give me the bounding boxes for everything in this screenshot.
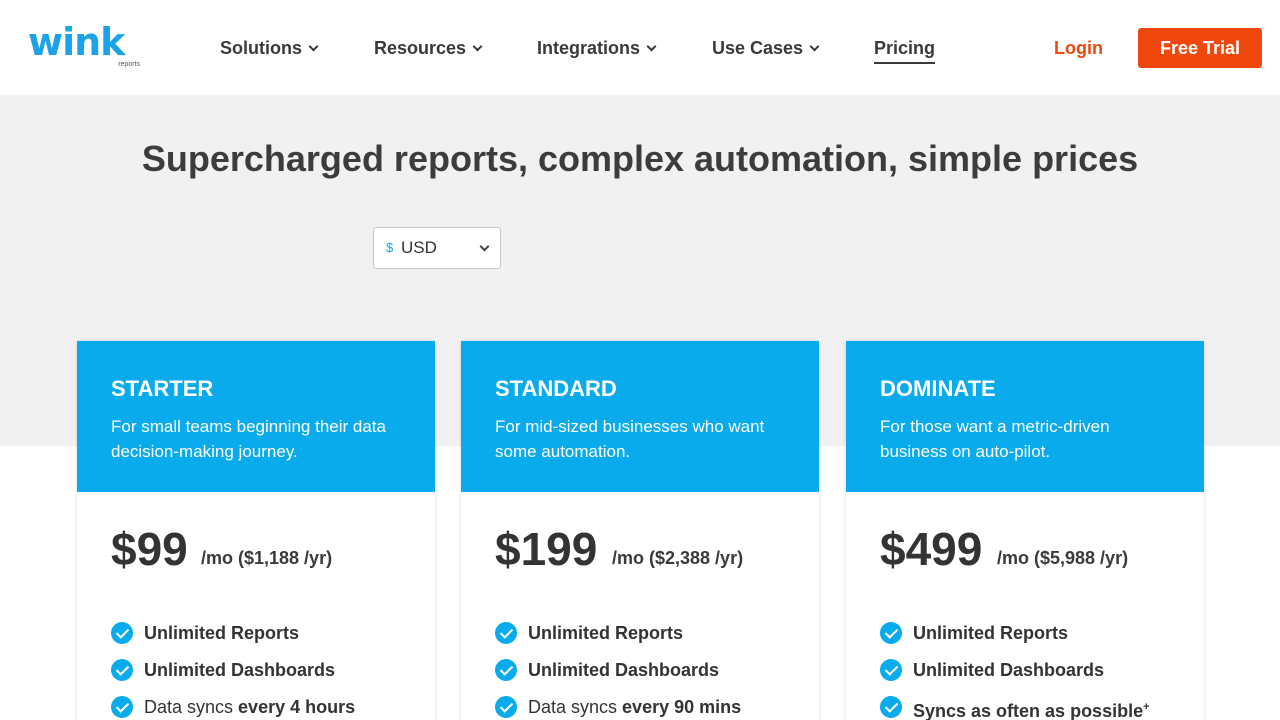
check-circle-icon — [111, 696, 133, 718]
feature-text: Unlimited Dashboards — [528, 660, 720, 680]
plan-description: For small teams beginning their data dec… — [111, 417, 386, 461]
plan-price: $99 — [111, 523, 188, 575]
feature-text-prefix: Data syncs — [528, 697, 623, 717]
nav-solutions[interactable]: Solutions — [220, 36, 319, 60]
feature-text: Data syncs every 90 mins — [528, 695, 741, 719]
plan-description: For those want a metric-driven business … — [880, 417, 1110, 461]
plan-period: /mo ($2,388 /yr) — [612, 548, 744, 568]
nav-solutions-label: Solutions — [220, 38, 302, 58]
footnote-marker: + — [1143, 701, 1150, 713]
dollar-icon: $ — [386, 240, 394, 255]
plan-price: $199 — [495, 523, 598, 575]
plan-period: /mo ($5,988 /yr) — [997, 548, 1129, 568]
feature-text: Unlimited Dashboards — [913, 660, 1105, 680]
check-circle-icon — [880, 622, 902, 644]
nav-integrations[interactable]: Integrations — [537, 36, 657, 60]
plan-price: $499 — [880, 523, 983, 575]
feature-text-bold: every 90 mins — [622, 697, 742, 717]
free-trial-button[interactable]: Free Trial — [1138, 28, 1262, 68]
plan-name: STARTER — [111, 376, 214, 401]
feature-text: Unlimited Reports — [528, 623, 684, 643]
nav-use-cases[interactable]: Use Cases — [712, 36, 820, 60]
plan-card-starter: STARTER For small teams beginning their … — [77, 341, 435, 720]
plan-header: STANDARD For mid-sized businesses who wa… — [461, 341, 819, 492]
plan-name: DOMINATE — [880, 376, 996, 401]
chevron-down-icon — [479, 241, 490, 252]
plan-header: DOMINATE For those want a metric-driven … — [846, 341, 1204, 492]
plan-name: STANDARD — [495, 376, 617, 401]
feature-text: Data syncs every 4 hours — [144, 695, 355, 719]
logo-subtext: reports — [118, 61, 140, 68]
nav-integrations-label: Integrations — [537, 38, 641, 58]
page-headline: Supercharged reports, complex automation… — [141, 138, 1139, 179]
currency-selected-value: USD — [401, 238, 437, 257]
feature-text-prefix: Data syncs — [144, 697, 239, 717]
currency-select[interactable]: $ USD — [373, 227, 501, 269]
check-circle-icon — [495, 622, 517, 644]
chevron-down-icon — [646, 41, 657, 52]
plan-card-standard: STANDARD For mid-sized businesses who wa… — [461, 341, 819, 720]
nav-resources[interactable]: Resources — [374, 36, 483, 60]
chevron-down-icon — [472, 41, 483, 52]
check-circle-icon — [880, 659, 902, 681]
check-circle-icon — [495, 696, 517, 718]
feature-text: Unlimited Reports — [913, 623, 1069, 643]
feature-text-main: Syncs as often as possible — [913, 701, 1144, 720]
logo-wordmark: wink — [28, 20, 125, 64]
chevron-down-icon — [308, 41, 319, 52]
check-circle-icon — [880, 696, 902, 718]
check-circle-icon — [111, 622, 133, 644]
feature-text: Syncs as often as possible+ — [913, 695, 1150, 720]
nav-pricing-label: Pricing — [874, 38, 936, 58]
wink-reports-logo[interactable]: wink reports — [28, 20, 142, 68]
plan-header: STARTER For small teams beginning their … — [77, 341, 435, 492]
nav-pricing[interactable]: Pricing — [874, 36, 936, 64]
check-circle-icon — [495, 659, 517, 681]
chevron-down-icon — [809, 41, 820, 52]
feature-text: Unlimited Dashboards — [144, 660, 336, 680]
nav-use-cases-label: Use Cases — [712, 38, 804, 58]
feature-text: Unlimited Reports — [144, 623, 300, 643]
site-header: wink reports Solutions Resources Integra… — [0, 0, 1280, 95]
check-circle-icon — [111, 659, 133, 681]
plan-period: /mo ($1,188 /yr) — [201, 548, 333, 568]
login-link[interactable]: Login — [1054, 36, 1103, 60]
plan-description: For mid-sized businesses who want some a… — [495, 417, 765, 461]
feature-text-bold: every 4 hours — [238, 697, 356, 717]
nav-resources-label: Resources — [374, 38, 467, 58]
plan-card-dominate: DOMINATE For those want a metric-driven … — [846, 341, 1204, 720]
